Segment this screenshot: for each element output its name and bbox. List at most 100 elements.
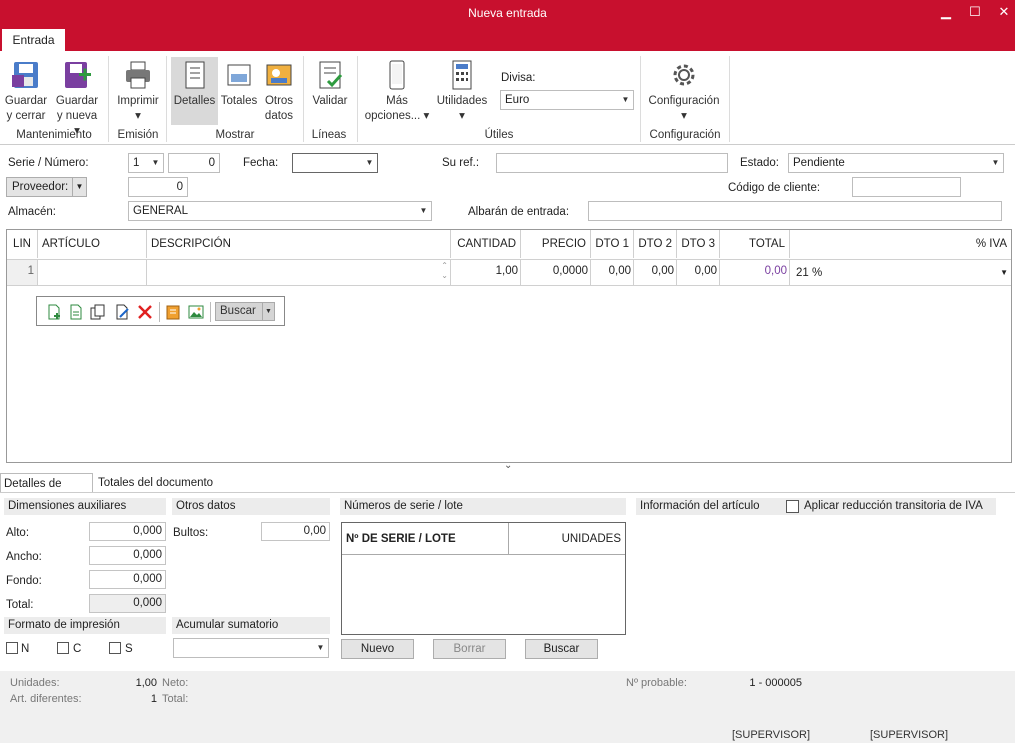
col-articulo[interactable]: ARTÍCULO: [38, 230, 147, 258]
collapse-chevron-icon[interactable]: ⌄: [504, 460, 512, 471]
iva-reduction-checkbox[interactable]: [786, 500, 799, 513]
col-cantidad[interactable]: CANTIDAD: [451, 230, 521, 258]
guardar-cerrar-button[interactable]: Guardar y cerrar: [3, 59, 49, 124]
fecha-input[interactable]: ▼: [292, 153, 378, 173]
guardar-nueva-button[interactable]: Guardar y nueva ▾: [53, 59, 101, 139]
estado-select[interactable]: Pendiente ▼: [788, 153, 1004, 173]
chevron-down-icon[interactable]: ▼: [148, 154, 163, 172]
bultos-label: Bultos:: [173, 527, 209, 539]
totales-button[interactable]: Totales: [219, 59, 259, 109]
minimize-icon[interactable]: ▁: [937, 3, 955, 21]
divisa-select[interactable]: Euro ▼: [500, 90, 634, 110]
configuracion-button[interactable]: Configuración ▾: [644, 59, 724, 124]
chevron-down-icon[interactable]: ▼: [988, 154, 1003, 172]
close-icon[interactable]: ✕: [995, 3, 1013, 21]
col-dto2[interactable]: DTO 2: [634, 230, 677, 258]
utilidades-button[interactable]: Utilidades ▾: [432, 59, 492, 124]
ancho-input[interactable]: 0,000: [89, 546, 166, 565]
image-icon[interactable]: [188, 304, 204, 320]
series-col-unidades[interactable]: UNIDADES: [509, 523, 625, 555]
delete-icon[interactable]: [137, 304, 153, 320]
alto-input[interactable]: 0,000: [89, 522, 166, 541]
suref-input[interactable]: [496, 153, 728, 173]
col-dto3[interactable]: DTO 3: [677, 230, 720, 258]
insert-line-icon[interactable]: [68, 304, 84, 320]
chevron-down-icon[interactable]: ▼: [72, 178, 86, 196]
serie-select[interactable]: 1 ▼: [128, 153, 164, 173]
suref-label: Su ref.:: [442, 157, 480, 169]
tablet-icon: [389, 60, 405, 90]
col-total[interactable]: TOTAL: [720, 230, 790, 258]
series-col-serie[interactable]: Nº DE SERIE / LOTE: [342, 523, 509, 555]
copy-line-icon[interactable]: [90, 304, 106, 320]
chevron-down-icon[interactable]: ▼: [262, 303, 274, 320]
checkbox-c[interactable]: [57, 642, 69, 654]
tab-totales-documento[interactable]: Totales del documento: [95, 473, 218, 493]
cell-dto3[interactable]: 0,00: [677, 259, 720, 286]
detalles-button[interactable]: Detalles: [171, 57, 218, 125]
chevron-down-icon[interactable]: ▼: [416, 202, 431, 220]
cell-descripcion[interactable]: ⌃ ⌄: [147, 259, 451, 286]
imprimir-button[interactable]: Imprimir ▾: [113, 59, 163, 124]
nuevo-button[interactable]: Nuevo: [341, 639, 414, 659]
col-precio[interactable]: PRECIO: [521, 230, 591, 258]
cell-cantidad[interactable]: 1,00: [451, 259, 521, 286]
chevron-down-icon[interactable]: ▼: [618, 91, 633, 109]
probable-label: Nº probable:: [626, 677, 687, 689]
cell-articulo[interactable]: [38, 259, 147, 286]
otros-datos-button[interactable]: Otros datos: [260, 59, 298, 124]
cell-dto2[interactable]: 0,00: [634, 259, 677, 286]
albaran-input[interactable]: [588, 201, 1002, 221]
mas-opciones-button[interactable]: Más opciones... ▾: [362, 59, 432, 124]
bultos-input[interactable]: 0,00: [261, 522, 330, 541]
art-diferentes-value: 1: [150, 693, 157, 705]
neto-label: Neto:: [162, 677, 189, 689]
cell-iva[interactable]: 21 % ▼: [790, 259, 1011, 286]
chevron-down-icon[interactable]: ▼: [313, 639, 328, 657]
borrar-button[interactable]: Borrar: [433, 639, 506, 659]
gear-icon: [673, 64, 695, 86]
cell-dto1[interactable]: 0,00: [591, 259, 634, 286]
col-descripcion[interactable]: DESCRIPCIÓN: [147, 230, 451, 258]
edit-line-icon[interactable]: [114, 304, 130, 320]
unidades-value: 1,00: [135, 677, 157, 689]
proveedor-input[interactable]: 0: [128, 177, 188, 197]
new-line-icon[interactable]: [46, 304, 62, 320]
group-emision: Emisión: [117, 129, 159, 141]
validar-button[interactable]: Validar: [308, 59, 352, 109]
col-lin[interactable]: LIN: [7, 230, 38, 258]
otros-header: Otros datos: [172, 498, 330, 515]
codigo-cliente-input[interactable]: [852, 177, 961, 197]
details-icon: [185, 61, 204, 89]
calculator-icon: [452, 60, 472, 90]
acumular-select[interactable]: ▼: [173, 638, 329, 658]
unidades-label: Unidades:: [10, 677, 60, 689]
buscar-button[interactable]: Buscar: [525, 639, 598, 659]
notes-icon[interactable]: [165, 304, 181, 320]
group-mostrar: Mostrar: [215, 129, 255, 141]
checkbox-s[interactable]: [109, 642, 121, 654]
scroll-arrows-icon[interactable]: ⌃ ⌄: [441, 261, 448, 281]
chevron-down-icon[interactable]: ▼: [1000, 260, 1008, 286]
tab-entrada[interactable]: Entrada: [2, 29, 65, 51]
group-utiles: Útiles: [484, 129, 514, 141]
cell-precio[interactable]: 0,0000: [521, 259, 591, 286]
total-label: Total:: [6, 599, 34, 611]
acumular-header: Acumular sumatorio: [172, 617, 330, 634]
save-close-icon: [12, 62, 38, 88]
chevron-down-icon[interactable]: ▼: [362, 154, 377, 172]
col-iva[interactable]: % IVA: [790, 230, 1011, 258]
tab-detalles-linea[interactable]: Detalles de línea: [0, 473, 93, 510]
col-dto1[interactable]: DTO 1: [591, 230, 634, 258]
lines-grid: LIN ARTÍCULO DESCRIPCIÓN CANTIDAD PRECIO…: [6, 229, 1012, 463]
almacen-select[interactable]: GENERAL ▼: [128, 201, 432, 221]
checkbox-n[interactable]: [6, 642, 18, 654]
buscar-dropdown[interactable]: Buscar ▼: [215, 302, 275, 321]
cell-lin: 1: [7, 259, 38, 286]
group-configuracion: Configuración: [649, 129, 721, 141]
numero-input[interactable]: 0: [168, 153, 220, 173]
proveedor-button[interactable]: Proveedor: ▼: [6, 177, 87, 197]
dimensiones-header: Dimensiones auxiliares: [4, 498, 166, 515]
fondo-input[interactable]: 0,000: [89, 570, 166, 589]
maximize-icon[interactable]: ☐: [966, 3, 984, 21]
